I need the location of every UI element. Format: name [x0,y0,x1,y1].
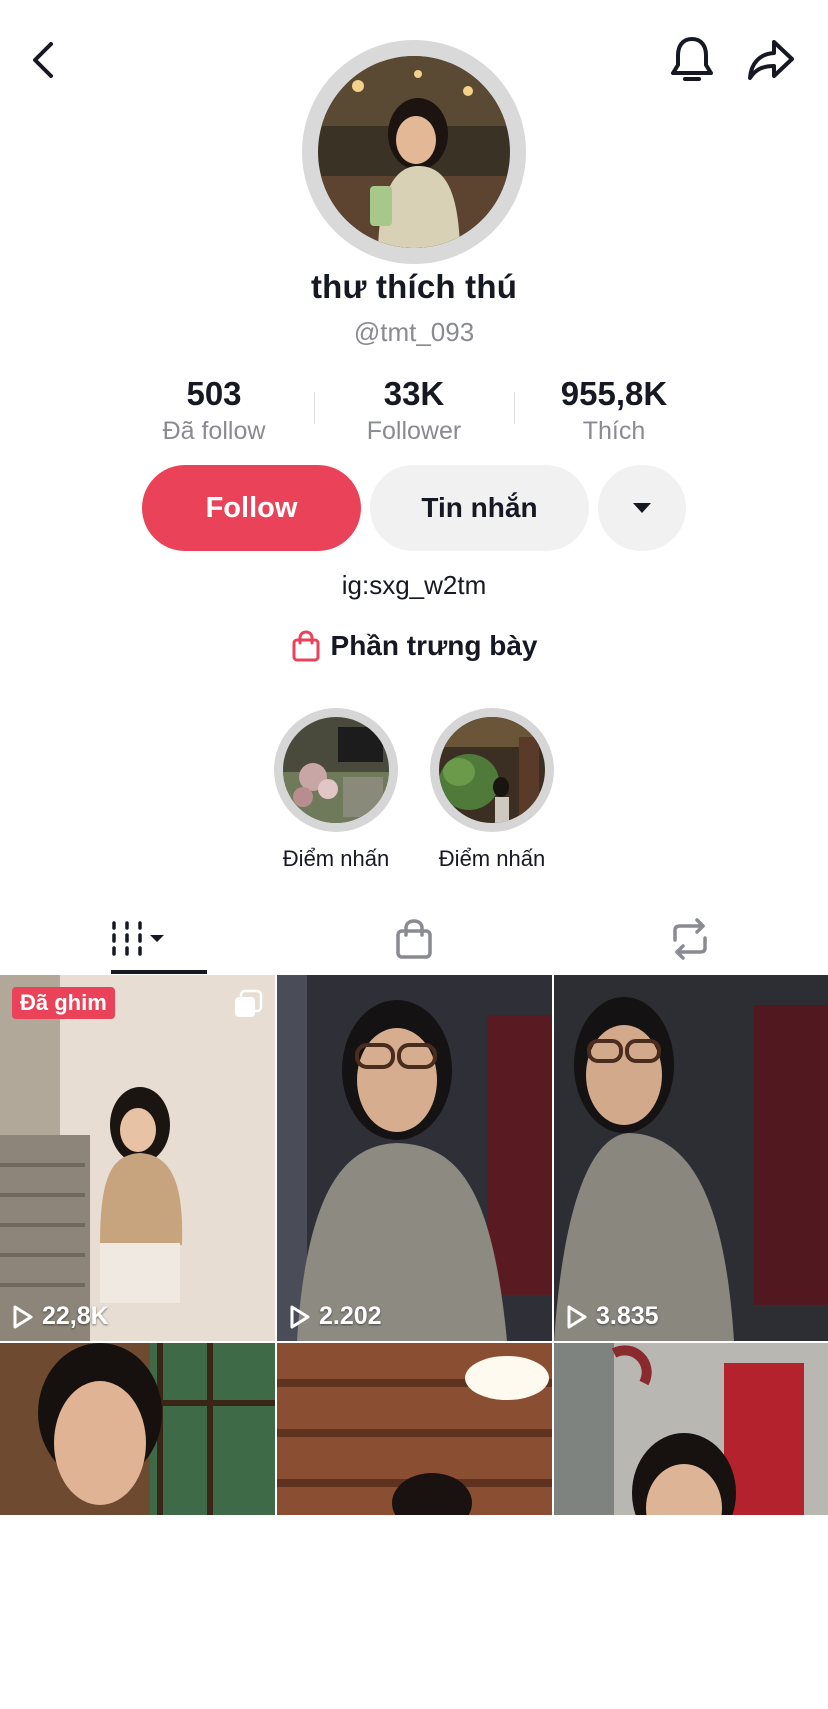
video-tile[interactable] [277,1343,552,1709]
video-thumbnail [0,975,275,1341]
stat-followers[interactable]: 33K Follower [314,372,514,446]
stat-followers-label: Follower [366,417,462,445]
repost-icon [673,918,707,960]
shopping-bag-icon [396,919,432,959]
follow-button[interactable]: Follow [142,465,361,551]
video-views: 2.202 [289,1302,382,1331]
avatar-photo [318,56,510,248]
video-thumbnail [554,975,828,1341]
video-thumbnail [277,1343,552,1515]
tab-videos[interactable] [0,904,276,974]
video-views: 22,8K [12,1302,109,1331]
highlight-ring [274,708,398,832]
video-tile[interactable]: Đã ghim 22,8K [0,975,275,1341]
showcase-link[interactable]: Phần trưng bày [0,630,828,662]
video-tile[interactable] [554,1343,828,1709]
active-tab-indicator [111,970,207,974]
highlight-item[interactable]: Điểm nhấn [266,708,406,872]
highlight-label: Điểm nhấn [438,846,546,871]
video-tile[interactable]: 3.835 [554,975,828,1341]
back-button[interactable] [18,34,70,86]
stat-followers-value: 33K [383,375,445,412]
video-thumbnail [554,1343,828,1515]
play-icon [567,1305,587,1328]
stat-likes[interactable]: 955,8K Thích [514,372,714,446]
chevron-left-icon [33,42,53,78]
highlight-label: Điểm nhấn [282,846,390,871]
video-thumbnail [277,975,552,1341]
share-button[interactable] [742,32,800,88]
share-arrow-icon [748,40,794,80]
caret-down-icon [633,503,651,513]
stat-likes-label: Thích [582,417,646,445]
tab-reposts[interactable] [552,904,828,974]
tab-shop[interactable] [276,904,552,974]
views-count: 3.835 [596,1302,659,1330]
stat-likes-value: 955,8K [560,375,668,412]
stat-following-label: Đã follow [162,417,266,445]
notification-bell-button[interactable] [664,32,720,88]
video-tile[interactable]: 2.202 [277,975,552,1341]
video-tile[interactable] [0,1343,275,1709]
views-count: 22,8K [42,1302,109,1330]
highlight-ring [430,708,554,832]
highlight-thumbnail [439,717,545,823]
highlight-item[interactable]: Điểm nhấn [422,708,562,872]
pinned-badge: Đã ghim [12,987,115,1019]
views-count: 2.202 [319,1302,382,1330]
display-name: thư thích thú [310,268,518,305]
bell-icon [671,37,713,81]
avatar[interactable] [318,56,510,248]
play-icon [13,1305,33,1328]
video-views: 3.835 [566,1302,659,1331]
more-options-button[interactable] [598,465,686,551]
stat-following[interactable]: 503 Đã follow [114,372,314,446]
message-button[interactable]: Tin nhắn [370,465,589,551]
highlight-thumbnail [283,717,389,823]
showcase-label: Phần trưng bày [330,630,538,661]
multi-photo-icon [235,989,263,1017]
stat-following-value: 503 [186,375,242,412]
shopping-bag-icon [292,630,320,662]
username: @tmt_093 [353,317,475,347]
play-icon [290,1305,310,1328]
video-thumbnail [0,1343,275,1515]
bio-text[interactable]: ig:sxg_w2tm [0,570,828,601]
grid-filter-icon [112,921,164,956]
